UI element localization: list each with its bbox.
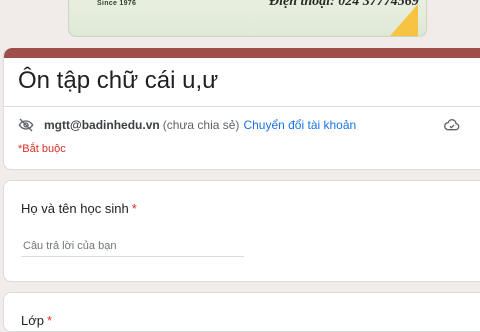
question-label: Lớp * — [21, 313, 52, 328]
account-email: mgtt@badinhedu.vn — [44, 118, 160, 132]
question-label-text: Lớp — [21, 313, 44, 328]
required-star: * — [47, 313, 53, 328]
question-card-student-name: Họ và tên học sinh * — [3, 180, 480, 282]
cloud-saved-icon[interactable] — [444, 117, 460, 133]
question-label-text: Họ và tên học sinh — [21, 201, 129, 216]
question-card-class: Lớp * — [3, 292, 480, 332]
banner-decoration — [390, 4, 418, 36]
banner-since-text: Since 1976 — [97, 0, 137, 7]
required-star: * — [131, 201, 137, 216]
student-name-input[interactable] — [21, 235, 244, 257]
question-label: Họ và tên học sinh * — [21, 201, 137, 216]
switch-account-link[interactable]: Chuyển đổi tài khoản — [243, 118, 356, 132]
account-share-status: (chưa chia sẻ) — [162, 118, 240, 132]
eye-off-icon — [18, 118, 34, 132]
account-row: mgtt@badinhedu.vn (chưa chia sẻ) Chuyển … — [18, 115, 356, 135]
account-divider — [3, 106, 480, 107]
required-note: *Bắt buộc — [18, 143, 66, 155]
title-accent-bar — [4, 48, 480, 58]
form-header-banner: Since 1976 Điện thoại: 024 37774569 — [68, 0, 427, 37]
form-title: Ôn tập chữ cái u,ư — [18, 67, 219, 94]
